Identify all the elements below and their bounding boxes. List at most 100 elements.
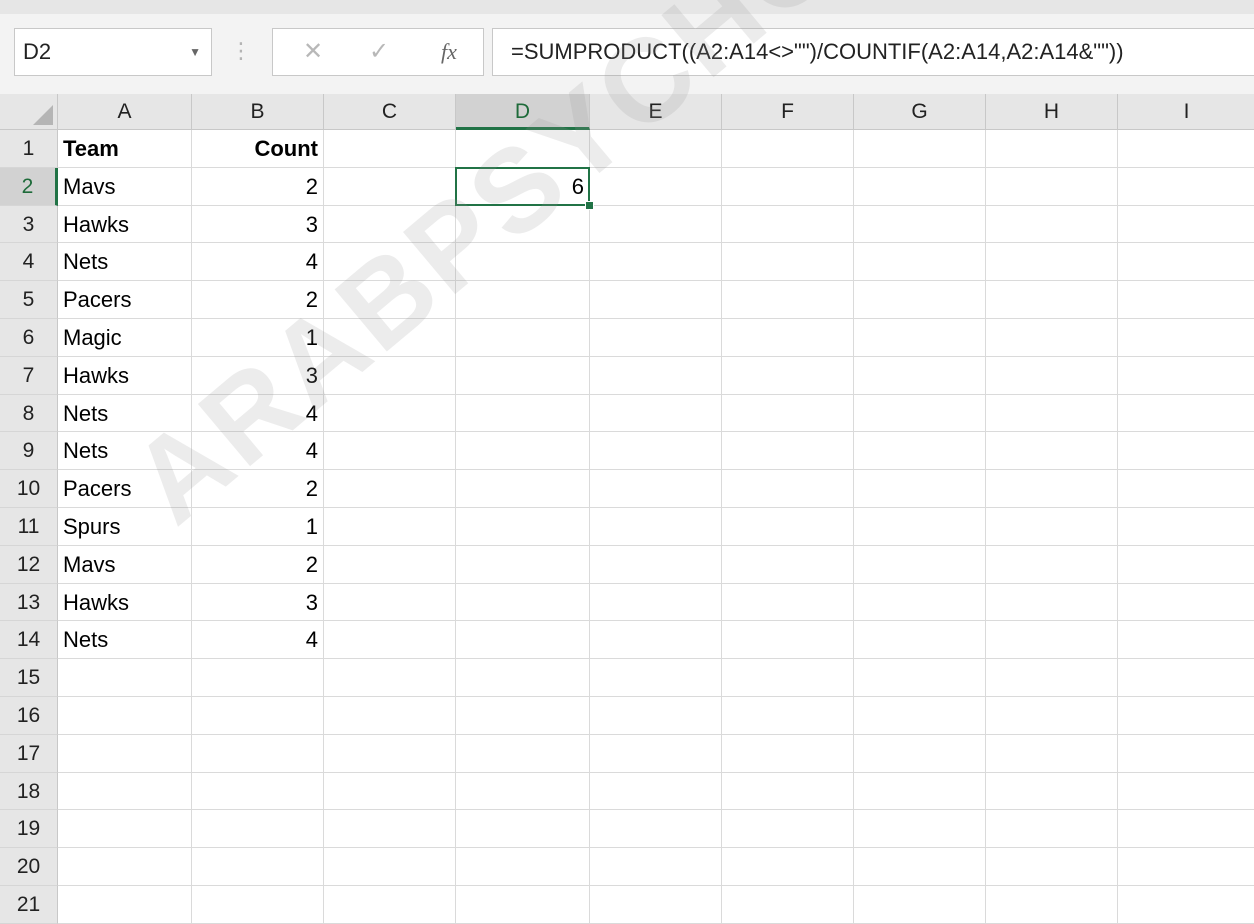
- cell-i8[interactable]: [1118, 395, 1254, 433]
- cell-h2[interactable]: [986, 167, 1118, 206]
- cell-c4[interactable]: [324, 243, 456, 282]
- cell-i14[interactable]: [1118, 621, 1254, 660]
- cell-d21[interactable]: [456, 886, 590, 924]
- cell-b17[interactable]: [192, 734, 324, 773]
- cell-e19[interactable]: [590, 810, 722, 849]
- cell-b5[interactable]: 2: [192, 281, 324, 319]
- cancel-icon[interactable]: ✕: [303, 29, 323, 75]
- cell-a11[interactable]: Spurs: [58, 508, 192, 546]
- cell-b20[interactable]: [192, 848, 324, 886]
- row-header-19[interactable]: 19: [0, 810, 58, 849]
- cell-h1[interactable]: [986, 130, 1118, 168]
- cell-i18[interactable]: [1118, 773, 1254, 811]
- cell-b6[interactable]: 1: [192, 319, 324, 357]
- cell-e11[interactable]: [590, 508, 722, 546]
- cell-e2[interactable]: [590, 167, 722, 206]
- cell-c10[interactable]: [324, 470, 456, 508]
- cell-e16[interactable]: [590, 697, 722, 735]
- cell-a15[interactable]: [58, 659, 192, 697]
- column-header-g[interactable]: G: [854, 94, 986, 130]
- cell-b10[interactable]: 2: [192, 470, 324, 508]
- chevron-down-icon[interactable]: ▼: [189, 29, 201, 75]
- cell-f4[interactable]: [722, 243, 854, 282]
- cell-i7[interactable]: [1118, 357, 1254, 395]
- column-header-e[interactable]: E: [590, 94, 722, 130]
- cell-f16[interactable]: [722, 697, 854, 735]
- fill-handle[interactable]: [585, 200, 594, 210]
- row-header-12[interactable]: 12: [0, 545, 58, 584]
- cell-e12[interactable]: [590, 545, 722, 584]
- cell-f12[interactable]: [722, 545, 854, 584]
- cell-h3[interactable]: [986, 205, 1118, 244]
- cell-f2[interactable]: [722, 167, 854, 206]
- cell-a2[interactable]: Mavs: [58, 167, 192, 206]
- cell-h14[interactable]: [986, 621, 1118, 660]
- cell-f5[interactable]: [722, 281, 854, 319]
- row-header-11[interactable]: 11: [0, 508, 58, 546]
- cell-a10[interactable]: Pacers: [58, 470, 192, 508]
- cell-g10[interactable]: [854, 470, 986, 508]
- column-header-i[interactable]: I: [1118, 94, 1254, 130]
- cell-c19[interactable]: [324, 810, 456, 849]
- cell-g18[interactable]: [854, 772, 986, 811]
- cell-a8[interactable]: Nets: [58, 394, 192, 433]
- cell-d15[interactable]: [456, 659, 590, 697]
- cell-i15[interactable]: [1118, 659, 1254, 697]
- cell-h15[interactable]: [986, 659, 1118, 697]
- cell-h21[interactable]: [986, 886, 1118, 924]
- cell-b16[interactable]: [192, 697, 324, 735]
- cell-g15[interactable]: [854, 659, 986, 697]
- cell-a20[interactable]: [58, 848, 192, 886]
- cell-b18[interactable]: [192, 772, 324, 811]
- cell-c20[interactable]: [324, 848, 456, 886]
- cell-d1[interactable]: [456, 130, 590, 168]
- cell-f15[interactable]: [722, 659, 854, 697]
- row-header-4[interactable]: 4: [0, 243, 58, 282]
- cell-e15[interactable]: [590, 659, 722, 697]
- cell-b7[interactable]: 3: [192, 356, 324, 395]
- cell-g16[interactable]: [854, 697, 986, 735]
- row-header-13[interactable]: 13: [0, 583, 58, 622]
- row-header-20[interactable]: 20: [0, 848, 58, 886]
- cell-d3[interactable]: [456, 205, 590, 244]
- cell-c1[interactable]: [324, 130, 456, 168]
- cell-g12[interactable]: [854, 545, 986, 584]
- row-header-7[interactable]: 7: [0, 356, 58, 395]
- cell-g14[interactable]: [854, 621, 986, 660]
- cell-h20[interactable]: [986, 848, 1118, 886]
- row-header-8[interactable]: 8: [0, 394, 58, 433]
- cell-d7[interactable]: [456, 356, 590, 395]
- cell-a6[interactable]: Magic: [58, 319, 192, 357]
- cell-b12[interactable]: 2: [192, 545, 324, 584]
- cell-c6[interactable]: [324, 319, 456, 357]
- cell-d10[interactable]: [456, 470, 590, 508]
- cell-b19[interactable]: [192, 810, 324, 849]
- name-box[interactable]: D2 ▼: [14, 28, 212, 76]
- row-header-2[interactable]: 2: [0, 167, 58, 206]
- row-header-9[interactable]: 9: [0, 432, 58, 471]
- cell-d2[interactable]: 6: [456, 167, 590, 206]
- cell-i21[interactable]: [1118, 886, 1254, 924]
- cell-d13[interactable]: [456, 583, 590, 622]
- cell-f1[interactable]: [722, 130, 854, 168]
- cell-i11[interactable]: [1118, 508, 1254, 546]
- cell-a1[interactable]: Team: [58, 130, 192, 168]
- cell-e1[interactable]: [590, 130, 722, 168]
- cell-g20[interactable]: [854, 848, 986, 886]
- cell-d18[interactable]: [456, 772, 590, 811]
- cell-a3[interactable]: Hawks: [58, 205, 192, 244]
- cell-g21[interactable]: [854, 886, 986, 924]
- cell-e5[interactable]: [590, 281, 722, 319]
- cell-f9[interactable]: [722, 432, 854, 471]
- row-header-21[interactable]: 21: [0, 886, 58, 924]
- cell-c21[interactable]: [324, 886, 456, 924]
- cell-h7[interactable]: [986, 356, 1118, 395]
- row-header-16[interactable]: 16: [0, 697, 58, 735]
- cell-i3[interactable]: [1118, 206, 1254, 244]
- cell-e7[interactable]: [590, 356, 722, 395]
- cell-d6[interactable]: [456, 319, 590, 357]
- cell-a19[interactable]: [58, 810, 192, 849]
- cell-i20[interactable]: [1118, 848, 1254, 886]
- cell-h12[interactable]: [986, 545, 1118, 584]
- cell-g8[interactable]: [854, 394, 986, 433]
